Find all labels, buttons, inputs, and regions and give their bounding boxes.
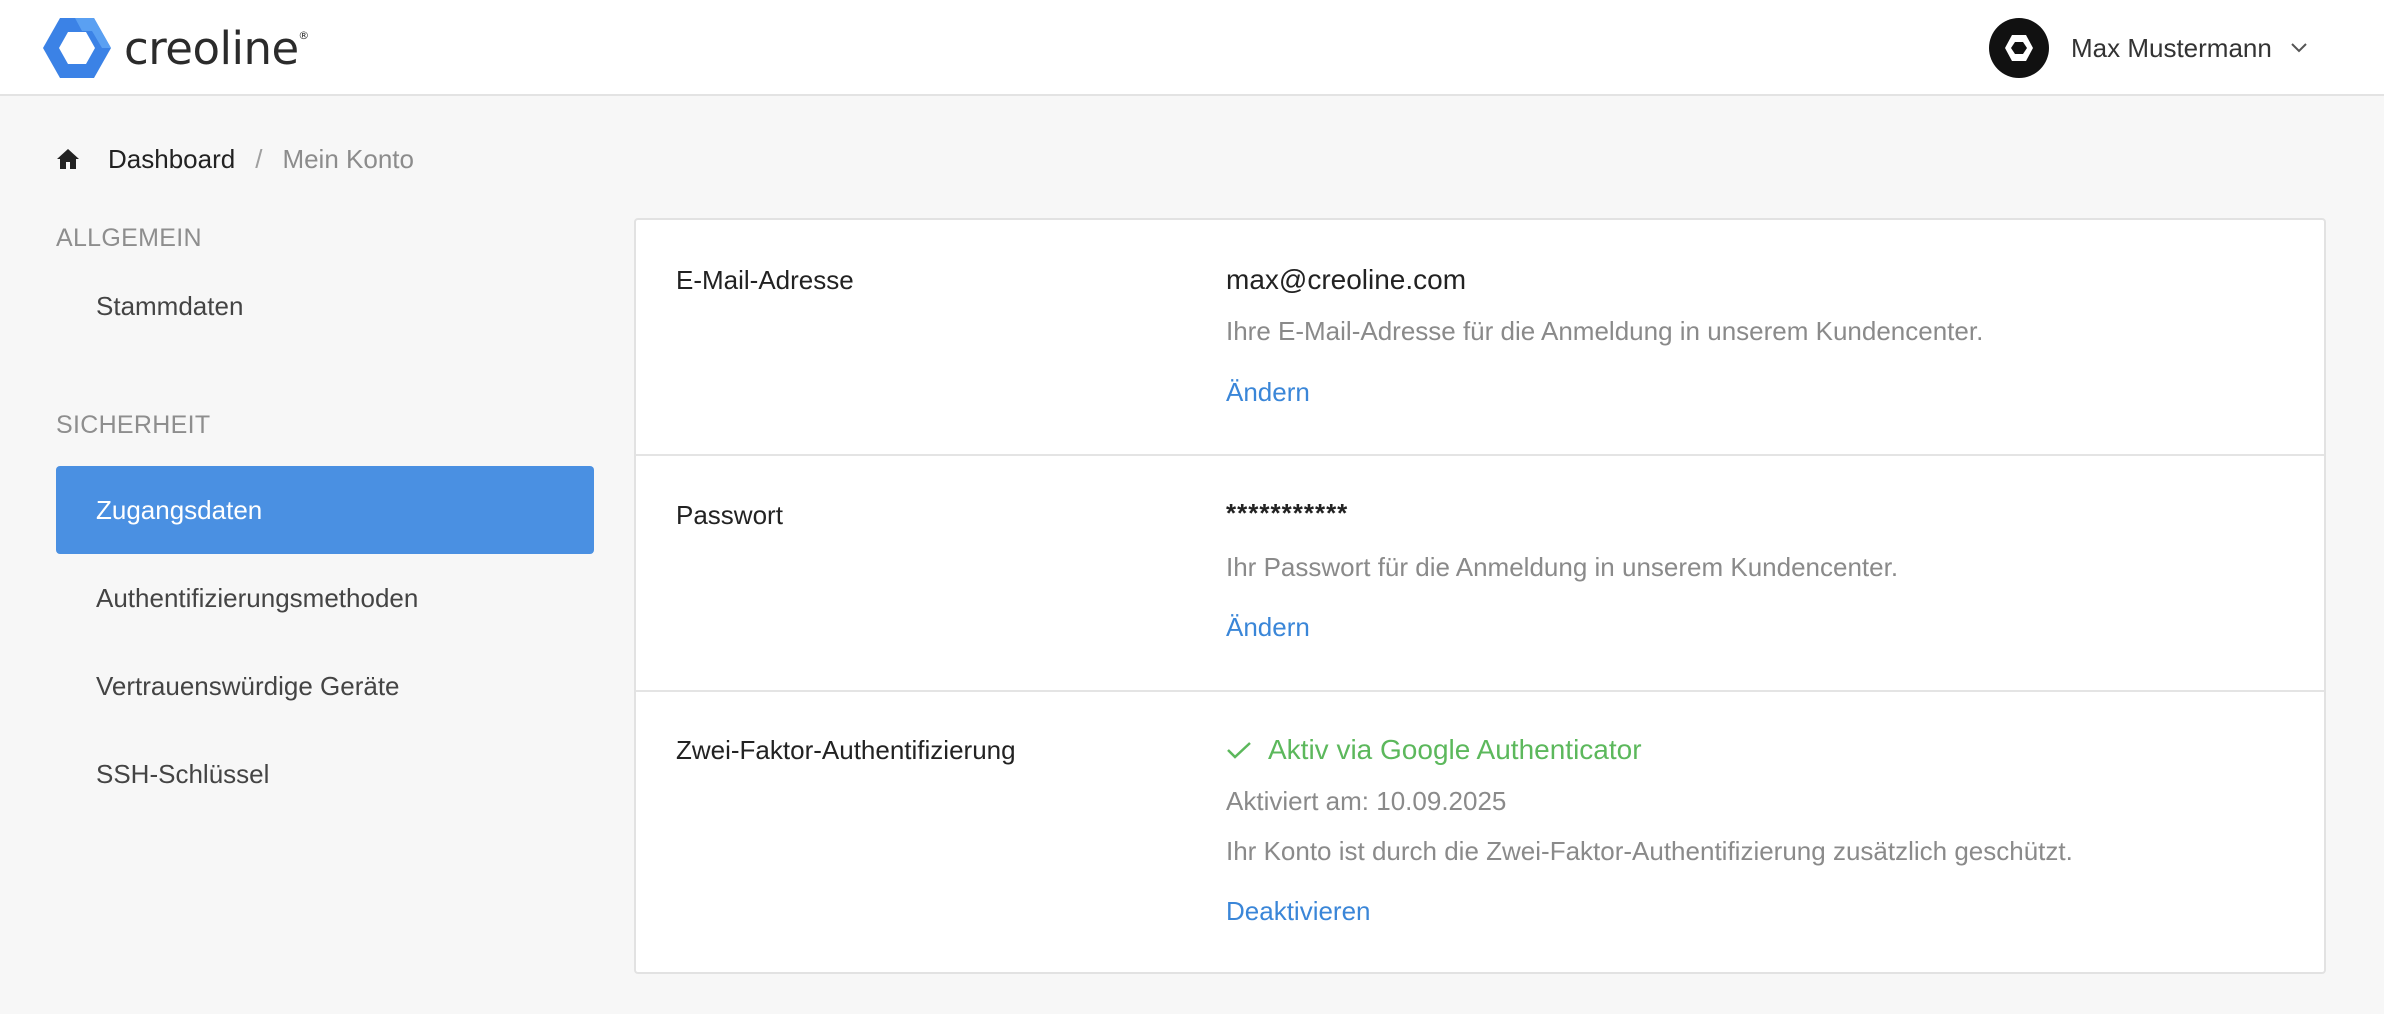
two-factor-row: Zwei-Faktor-Authentifizierung Aktiv via …: [636, 690, 2324, 972]
sidebar-item-ssh-schluessel[interactable]: SSH-Schlüssel: [56, 730, 594, 818]
two-factor-label: Zwei-Faktor-Authentifizierung: [676, 735, 1016, 765]
email-label: E-Mail-Adresse: [676, 265, 854, 295]
change-password-link[interactable]: Ändern: [1226, 612, 1310, 643]
breadcrumb: Dashboard / Mein Konto: [56, 140, 414, 178]
sidebar-section-general: ALLGEMEIN: [56, 224, 202, 252]
sidebar-section-security: SICHERHEIT: [56, 411, 211, 439]
hexagon-avatar-icon: [2005, 35, 2033, 61]
brand-registered-mark: ®: [298, 28, 309, 42]
sidebar-item-vertrauenswuerdige-geraete[interactable]: Vertrauenswürdige Geräte: [56, 642, 594, 730]
sidebar-item-zugangsdaten[interactable]: Zugangsdaten: [56, 466, 594, 554]
password-description: Ihr Passwort für die Anmeldung in unsere…: [1226, 552, 1899, 582]
breadcrumb-separator: /: [255, 143, 263, 174]
hexagon-logo-icon: [43, 18, 111, 78]
home-icon[interactable]: [56, 148, 80, 170]
email-value: max@creoline.com: [1226, 264, 1467, 295]
user-menu[interactable]: Max Mustermann: [1989, 17, 2308, 79]
sidebar-item-authentifizierungsmethoden[interactable]: Authentifizierungsmethoden: [56, 554, 594, 642]
password-value: ***********: [1226, 498, 1349, 528]
avatar[interactable]: [1989, 18, 2049, 78]
email-row: E-Mail-Adresse max@creoline.com Ihre E-M…: [636, 220, 2324, 454]
user-name[interactable]: Max Mustermann: [2071, 33, 2272, 64]
two-factor-status-text: Aktiv via Google Authenticator: [1268, 734, 1642, 765]
change-email-link[interactable]: Ändern: [1226, 377, 1310, 408]
brand-logo-link[interactable]: creoline ®: [42, 16, 309, 80]
two-factor-status: Aktiv via Google Authenticator: [1226, 734, 1642, 766]
breadcrumb-dashboard-link[interactable]: Dashboard: [108, 144, 235, 175]
chevron-down-icon[interactable]: [2290, 42, 2308, 54]
top-bar: creoline ® Max Mustermann: [0, 0, 2384, 96]
password-row: Passwort *********** Ihr Passwort für di…: [636, 454, 2324, 690]
brand-name-text: creoline: [124, 21, 299, 75]
breadcrumb-current-page: Mein Konto: [282, 143, 414, 174]
deactivate-two-factor-link[interactable]: Deaktivieren: [1226, 896, 1371, 927]
two-factor-description: Ihr Konto ist durch die Zwei-Faktor-Auth…: [1226, 836, 2073, 866]
email-description: Ihre E-Mail-Adresse für die Anmeldung in…: [1226, 316, 1984, 346]
two-factor-activated-date: Aktiviert am: 10.09.2025: [1226, 786, 1507, 816]
credentials-card: E-Mail-Adresse max@creoline.com Ihre E-M…: [634, 218, 2326, 974]
checkmark-icon: [1227, 742, 1251, 759]
brand-name: creoline ®: [124, 26, 309, 71]
sidebar-item-stammdaten[interactable]: Stammdaten: [56, 279, 594, 333]
password-label: Passwort: [676, 500, 783, 530]
